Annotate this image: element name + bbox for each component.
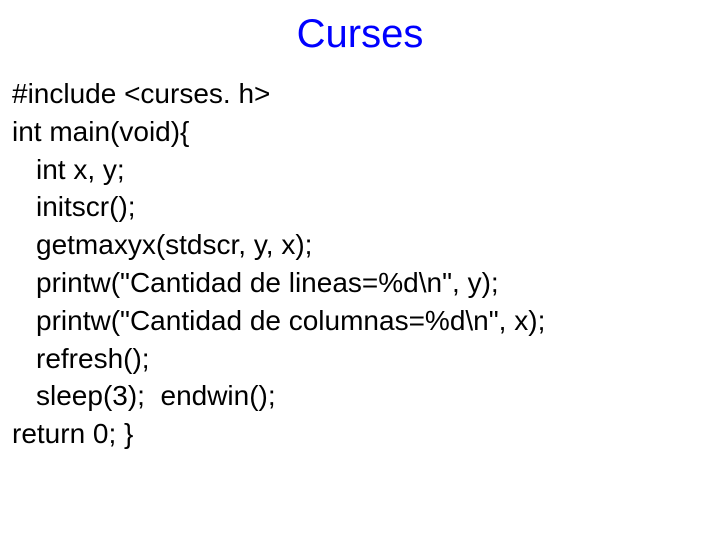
code-block: #include <curses. h> int main(void){ int… (10, 75, 710, 453)
code-line: #include <curses. h> (12, 75, 710, 113)
code-line: int x, y; (12, 151, 710, 189)
code-line: printw("Cantidad de lineas=%d\n", y); (12, 264, 710, 302)
code-line: return 0; } (12, 415, 710, 453)
code-line: printw("Cantidad de columnas=%d\n", x); (12, 302, 710, 340)
code-line: refresh(); (12, 340, 710, 378)
slide-title: Curses (10, 12, 710, 57)
code-line: getmaxyx(stdscr, y, x); (12, 226, 710, 264)
slide-container: Curses #include <curses. h> int main(voi… (0, 0, 720, 540)
code-line: int main(void){ (12, 113, 710, 151)
code-line: sleep(3); endwin(); (12, 377, 710, 415)
code-line: initscr(); (12, 188, 710, 226)
